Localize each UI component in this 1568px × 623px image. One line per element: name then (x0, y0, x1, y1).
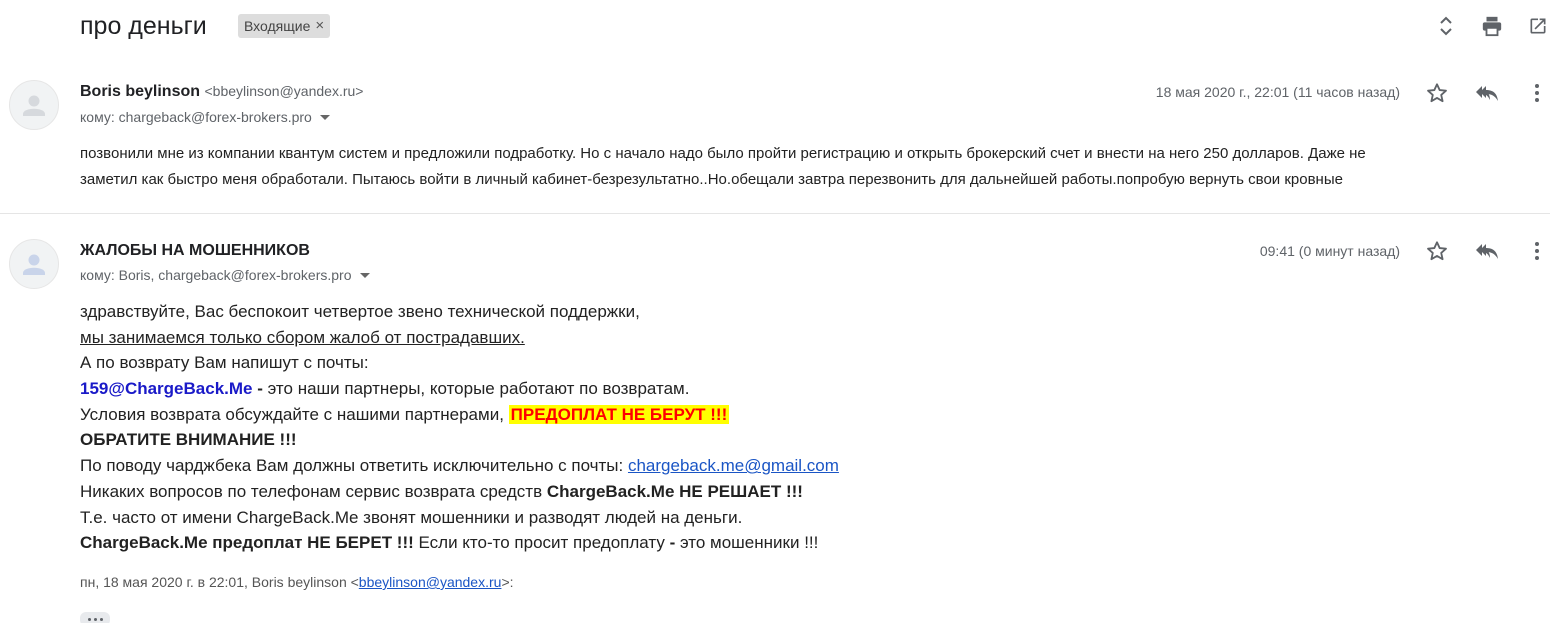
recipients-text: кому: Boris, chargeback@forex-brokers.pr… (80, 267, 352, 283)
body-text: По поводу чарджбека Вам должны ответить … (80, 456, 628, 476)
show-trimmed-content-button[interactable] (80, 612, 110, 623)
quote-attribution: пн, 18 мая 2020 г. в 22:01, Boris beylin… (80, 574, 514, 590)
message-sender[interactable]: ЖАЛОБЫ НА МОШЕННИКОВ (80, 242, 310, 260)
body-text: Если кто-то просит предоплату (413, 533, 670, 553)
sender-name: ЖАЛОБЫ НА МОШЕННИКОВ (80, 242, 310, 259)
body-line: ОБРАТИТЕ ВНИМАНИЕ !!! (80, 430, 297, 450)
body-text: Никаких вопросов по телефонам сервис воз… (80, 481, 547, 501)
body-line: По поводу чарджбека Вам должны ответить … (80, 453, 1280, 479)
recipients-line[interactable]: кому: chargeback@forex-brokers.pro (80, 109, 330, 125)
show-details-caret-icon[interactable] (319, 114, 330, 120)
body-line: Никаких вопросов по телефонам сервис воз… (80, 479, 1280, 505)
more-vert-icon[interactable] (1524, 80, 1550, 106)
sender-avatar[interactable] (9, 80, 59, 130)
sender-avatar[interactable] (9, 239, 59, 289)
recipients-text: кому: chargeback@forex-brokers.pro (80, 109, 312, 125)
print-icon[interactable] (1480, 14, 1504, 38)
chargeback-email-link[interactable]: chargeback.me@gmail.com (628, 456, 839, 475)
sender-name: Boris beylinson (80, 83, 201, 100)
body-text: это наши партнеры, которые работают по в… (262, 379, 690, 399)
highlighted-warning: ПРЕДОПЛАТ НЕ БЕРУТ !!! (508, 404, 730, 424)
reply-all-icon[interactable] (1474, 238, 1500, 264)
message-date: 09:41 (0 минут назад) (1259, 243, 1400, 259)
show-details-caret-icon[interactable] (359, 272, 370, 278)
reply-all-icon[interactable] (1474, 80, 1500, 106)
quote-attribution-prefix: пн, 18 мая 2020 г. в 22:01, Boris beylin… (80, 574, 359, 590)
quoted-sender-email-link[interactable]: bbeylinson@yandex.ru (359, 574, 502, 590)
underlined-text: мы занимаемся только сбором жалоб от пос… (80, 327, 525, 347)
inbox-label-chip[interactable]: Входящие × (238, 14, 331, 38)
label-text: Входящие (244, 18, 311, 34)
message-divider (0, 213, 1550, 214)
remove-label-icon[interactable]: × (315, 14, 324, 38)
body-line: Т.е. часто от имени ChargeBack.Me звонят… (80, 507, 743, 527)
dot (87, 617, 91, 621)
star-icon[interactable] (1424, 80, 1450, 106)
email-thread-view: про деньги Входящие × Boris beylinson <b… (0, 0, 1568, 623)
body-line: 159@ChargeBack.Me - это наши партнеры, к… (80, 376, 1280, 402)
open-in-new-window-icon[interactable] (1526, 14, 1550, 38)
body-line: А по возврату Вам напишут с почты: (80, 353, 369, 373)
dot (99, 617, 103, 621)
body-text: это мошенники !!! (675, 533, 819, 553)
recipients-line[interactable]: кому: Boris, chargeback@forex-brokers.pr… (80, 267, 370, 283)
more-vert-icon[interactable] (1524, 238, 1550, 264)
bold-text: ChargeBack.Me НЕ РЕШАЕТ !!! (546, 481, 803, 501)
message-sender[interactable]: Boris beylinson <bbeylinson@yandex.ru> (80, 83, 363, 101)
bold-text: ChargeBack.Me предоплат НЕ БЕРЕТ !!! (80, 533, 414, 553)
expand-collapse-icon[interactable] (1434, 14, 1458, 38)
dash: - (252, 379, 263, 399)
quote-attribution-suffix: >: (501, 574, 514, 590)
body-text: Условия возврата обсуждайте с нашими пар… (80, 404, 509, 424)
body-line: позвонили мне из компании квантум систем… (80, 145, 1366, 162)
body-line: здравствуйте, Вас беспокоит четвертое зв… (80, 302, 640, 321)
message-body: позвонили мне из компании квантум систем… (80, 141, 1480, 193)
person-icon (23, 95, 45, 116)
message-body: здравствуйте, Вас беспокоит четвертое зв… (80, 299, 1280, 556)
body-line: заметил как быстро меня обработали. Пыта… (80, 171, 1343, 188)
thread-subject: про деньги (80, 12, 207, 40)
partner-email[interactable]: 159@ChargeBack.Me (80, 379, 253, 398)
body-line: Условия возврата обсуждайте с нашими пар… (80, 402, 1280, 428)
sender-email: <bbeylinson@yandex.ru> (204, 83, 364, 99)
person-icon (23, 254, 45, 275)
dot (93, 617, 97, 621)
star-icon[interactable] (1424, 238, 1450, 264)
body-line: ChargeBack.Me предоплат НЕ БЕРЕТ !!! Есл… (80, 530, 1280, 556)
body-line: мы занимаемся только сбором жалоб от пос… (80, 325, 1280, 351)
message-date: 18 мая 2020 г., 22:01 (11 часов назад) (1155, 84, 1400, 100)
